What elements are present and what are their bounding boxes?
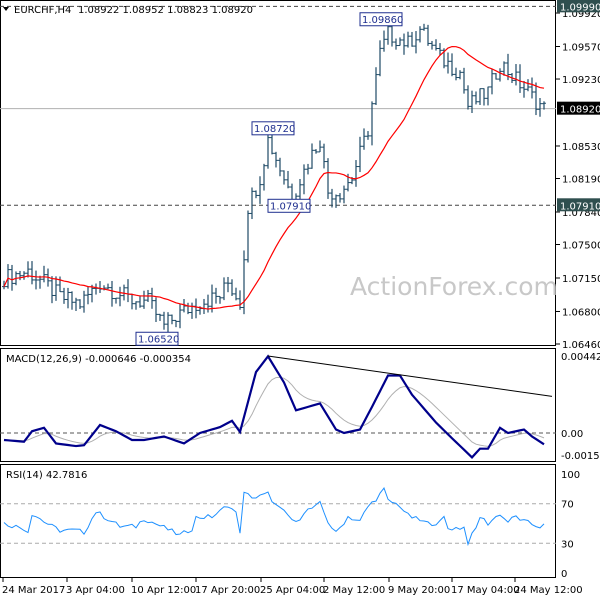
price-annotation: 1.09860 (362, 15, 403, 26)
rsi-tick-label: 30 (561, 539, 574, 550)
price-tick-label: 1.07500 (562, 241, 600, 252)
collapse-triangle-icon[interactable] (3, 7, 9, 11)
price-tick-label: 1.06460 (562, 340, 600, 351)
rsi-line (3, 487, 545, 547)
price-tick-label: 1.09570 (562, 42, 600, 53)
time-tick-label: 10 Apr 12:00 (131, 585, 196, 596)
watermark: ActionForex.com (350, 272, 558, 301)
level-label: 1.08920 (560, 105, 600, 116)
time-tick-label: 24 May 12:00 (514, 585, 583, 596)
macd-signal-line (3, 376, 545, 447)
moving-average-line (3, 45, 545, 310)
price-annotation: 1.06520 (138, 334, 179, 345)
rsi-tick-label: 100 (561, 470, 580, 481)
time-tick-label: 25 Apr 04:00 (260, 585, 325, 596)
price-annotation: 1.08720 (254, 124, 295, 135)
level-label: 1.09990 (560, 2, 600, 13)
macd-tick-label: -0.001578 (561, 451, 600, 462)
macd-line (3, 354, 545, 459)
price-tick-label: 1.07150 (562, 274, 600, 285)
time-tick-label: 2 May 12:00 (323, 585, 385, 596)
price-tick-label: 1.06800 (562, 307, 600, 318)
rsi-panel: RSI(14) 42.7816 (0, 464, 556, 578)
price-annotation: 1.07910 (270, 201, 311, 212)
time-tick-label: 17 May 04:00 (451, 585, 520, 596)
macd-tick-label: 0.00442 (561, 352, 600, 363)
time-tick-label: 24 Mar 2017 (2, 585, 65, 596)
chart-canvas: ActionForex.com EURCHF,H4 1.08922 1.0895… (0, 0, 600, 596)
price-tick-label: 1.09230 (562, 75, 600, 86)
rsi-label: RSI(14) 42.7816 (6, 470, 87, 481)
rsi-tick-label: 0 (561, 569, 567, 580)
macd-tick-label: 0.00 (561, 429, 583, 440)
macd-label: MACD(12,26,9) -0.000646 -0.000354 (6, 354, 191, 365)
time-tick-label: 9 May 20:00 (388, 585, 450, 596)
time-tick-label: 3 Apr 04:00 (66, 585, 125, 596)
price-tick-label: 1.08190 (562, 175, 600, 186)
price-tick-label: 1.08530 (562, 142, 600, 153)
level-label: 1.07910 (560, 201, 600, 212)
time-tick-label: 17 Apr 20:00 (195, 585, 260, 596)
rsi-tick-label: 70 (561, 500, 574, 511)
